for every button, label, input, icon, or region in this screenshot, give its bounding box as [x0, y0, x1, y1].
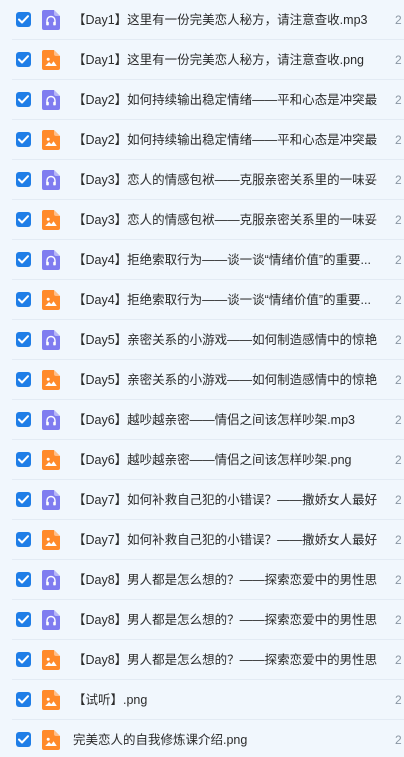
- clipped-column-text: 2: [395, 133, 402, 147]
- checkbox[interactable]: [16, 612, 31, 627]
- checkbox[interactable]: [16, 172, 31, 187]
- file-name: 【Day8】男人都是怎么想的？——探索恋爱中的男性思...: [73, 613, 378, 627]
- file-row[interactable]: 【Day7】如何补救自己犯的小错误？——撒娇女人最好... 2: [0, 520, 404, 560]
- image-file-icon: [42, 650, 60, 670]
- file-name: 【Day6】越吵越亲密——情侣之间该怎样吵架.png: [73, 453, 352, 467]
- checkbox[interactable]: [16, 692, 31, 707]
- file-name: 【Day2】如何持续输出稳定情绪——平和心态是冲突最...: [73, 93, 378, 107]
- audio-file-icon: [42, 410, 60, 430]
- clipped-column-text: 2: [395, 653, 402, 667]
- audio-file-icon: [42, 10, 60, 30]
- clipped-column-text: 2: [395, 613, 402, 627]
- file-row[interactable]: 【Day5】亲密关系的小游戏——如何制造感情中的惊艳... 2: [0, 320, 404, 360]
- file-name: 【Day1】这里有一份完美恋人秘方，请注意查收.png: [73, 53, 365, 67]
- audio-file-icon: [42, 330, 60, 350]
- clipped-column-text: 2: [395, 293, 402, 307]
- file-row[interactable]: 【Day7】如何补救自己犯的小错误？——撒娇女人最好... 2: [0, 480, 404, 520]
- image-file-icon: [42, 130, 60, 150]
- clipped-column-text: 2: [395, 53, 402, 67]
- file-name: 完美恋人的自我修炼课介绍.png: [73, 733, 248, 747]
- image-file-icon: [42, 290, 60, 310]
- checkbox[interactable]: [16, 12, 31, 27]
- checkbox[interactable]: [16, 292, 31, 307]
- clipped-column-text: 2: [395, 333, 402, 347]
- file-name: 【Day4】拒绝索取行为——谈一谈“情绪价值”的重要...: [73, 253, 371, 267]
- file-name: 【Day7】如何补救自己犯的小错误？——撒娇女人最好...: [73, 533, 378, 547]
- clipped-column-text: 2: [395, 693, 402, 707]
- audio-file-icon: [42, 490, 60, 510]
- image-file-icon: [42, 530, 60, 550]
- checkbox[interactable]: [16, 252, 31, 267]
- checkbox[interactable]: [16, 372, 31, 387]
- image-file-icon: [42, 50, 60, 70]
- file-row[interactable]: 完美恋人的自我修炼课介绍.png 2: [0, 720, 404, 757]
- file-name: 【Day8】男人都是怎么想的？——探索恋爱中的男性思...: [73, 573, 378, 587]
- file-name: 【Day5】亲密关系的小游戏——如何制造感情中的惊艳...: [73, 333, 378, 347]
- checkbox[interactable]: [16, 412, 31, 427]
- checkbox[interactable]: [16, 732, 31, 747]
- clipped-column-text: 2: [395, 373, 402, 387]
- file-name: 【Day1】这里有一份完美恋人秘方，请注意查收.mp3: [73, 13, 368, 27]
- file-row[interactable]: 【Day4】拒绝索取行为——谈一谈“情绪价值”的重要... 2: [0, 240, 404, 280]
- image-file-icon: [42, 450, 60, 470]
- file-row[interactable]: 【Day3】恋人的情感包袱——克服亲密关系里的一味妥... 2: [0, 160, 404, 200]
- file-row[interactable]: 【试听】.png 2: [0, 680, 404, 720]
- checkbox[interactable]: [16, 452, 31, 467]
- clipped-column-text: 2: [395, 173, 402, 187]
- checkbox[interactable]: [16, 532, 31, 547]
- audio-file-icon: [42, 250, 60, 270]
- clipped-column-text: 2: [395, 253, 402, 267]
- file-row[interactable]: 【Day6】越吵越亲密——情侣之间该怎样吵架.png 2: [0, 440, 404, 480]
- image-file-icon: [42, 210, 60, 230]
- file-row[interactable]: 【Day2】如何持续输出稳定情绪——平和心态是冲突最... 2: [0, 120, 404, 160]
- file-row[interactable]: 【Day6】越吵越亲密——情侣之间该怎样吵架.mp3 2: [0, 400, 404, 440]
- checkbox[interactable]: [16, 132, 31, 147]
- audio-file-icon: [42, 170, 60, 190]
- clipped-column-text: 2: [395, 533, 402, 547]
- checkbox[interactable]: [16, 492, 31, 507]
- audio-file-icon: [42, 570, 60, 590]
- clipped-column-text: 2: [395, 573, 402, 587]
- file-row[interactable]: 【Day1】这里有一份完美恋人秘方，请注意查收.png 2: [0, 40, 404, 80]
- clipped-column-text: 2: [395, 493, 402, 507]
- clipped-column-text: 2: [395, 93, 402, 107]
- file-name: 【Day3】恋人的情感包袱——克服亲密关系里的一味妥...: [73, 173, 378, 187]
- audio-file-icon: [42, 610, 60, 630]
- file-row[interactable]: 【Day1】这里有一份完美恋人秘方，请注意查收.mp3 2: [0, 0, 404, 40]
- file-row[interactable]: 【Day3】恋人的情感包袱——克服亲密关系里的一味妥... 2: [0, 200, 404, 240]
- checkbox[interactable]: [16, 52, 31, 67]
- file-name: 【Day5】亲密关系的小游戏——如何制造感情中的惊艳...: [73, 373, 378, 387]
- file-row[interactable]: 【Day4】拒绝索取行为——谈一谈“情绪价值”的重要... 2: [0, 280, 404, 320]
- file-name: 【Day4】拒绝索取行为——谈一谈“情绪价值”的重要...: [73, 293, 371, 307]
- clipped-column-text: 2: [395, 453, 402, 467]
- file-row[interactable]: 【Day8】男人都是怎么想的？——探索恋爱中的男性思... 2: [0, 640, 404, 680]
- checkbox[interactable]: [16, 572, 31, 587]
- image-file-icon: [42, 370, 60, 390]
- checkbox[interactable]: [16, 652, 31, 667]
- file-name: 【Day3】恋人的情感包袱——克服亲密关系里的一味妥...: [73, 213, 378, 227]
- file-name: 【试听】.png: [73, 693, 148, 707]
- file-row[interactable]: 【Day8】男人都是怎么想的？——探索恋爱中的男性思... 2: [0, 600, 404, 640]
- file-row[interactable]: 【Day8】男人都是怎么想的？——探索恋爱中的男性思... 2: [0, 560, 404, 600]
- image-file-icon: [42, 730, 60, 750]
- checkbox[interactable]: [16, 92, 31, 107]
- file-name: 【Day8】男人都是怎么想的？——探索恋爱中的男性思...: [73, 653, 378, 667]
- file-row[interactable]: 【Day2】如何持续输出稳定情绪——平和心态是冲突最... 2: [0, 80, 404, 120]
- clipped-column-text: 2: [395, 13, 402, 27]
- file-row[interactable]: 【Day5】亲密关系的小游戏——如何制造感情中的惊艳... 2: [0, 360, 404, 400]
- clipped-column-text: 2: [395, 413, 402, 427]
- audio-file-icon: [42, 90, 60, 110]
- file-name: 【Day2】如何持续输出稳定情绪——平和心态是冲突最...: [73, 133, 378, 147]
- checkbox[interactable]: [16, 332, 31, 347]
- checkbox[interactable]: [16, 212, 31, 227]
- file-list: 【Day1】这里有一份完美恋人秘方，请注意查收.mp3 2 【Day1】这里有一份完…: [0, 0, 404, 757]
- file-name: 【Day7】如何补救自己犯的小错误？——撒娇女人最好...: [73, 493, 378, 507]
- clipped-column-text: 2: [395, 213, 402, 227]
- clipped-column-text: 2: [395, 733, 402, 747]
- file-name: 【Day6】越吵越亲密——情侣之间该怎样吵架.mp3: [73, 413, 355, 427]
- image-file-icon: [42, 690, 60, 710]
